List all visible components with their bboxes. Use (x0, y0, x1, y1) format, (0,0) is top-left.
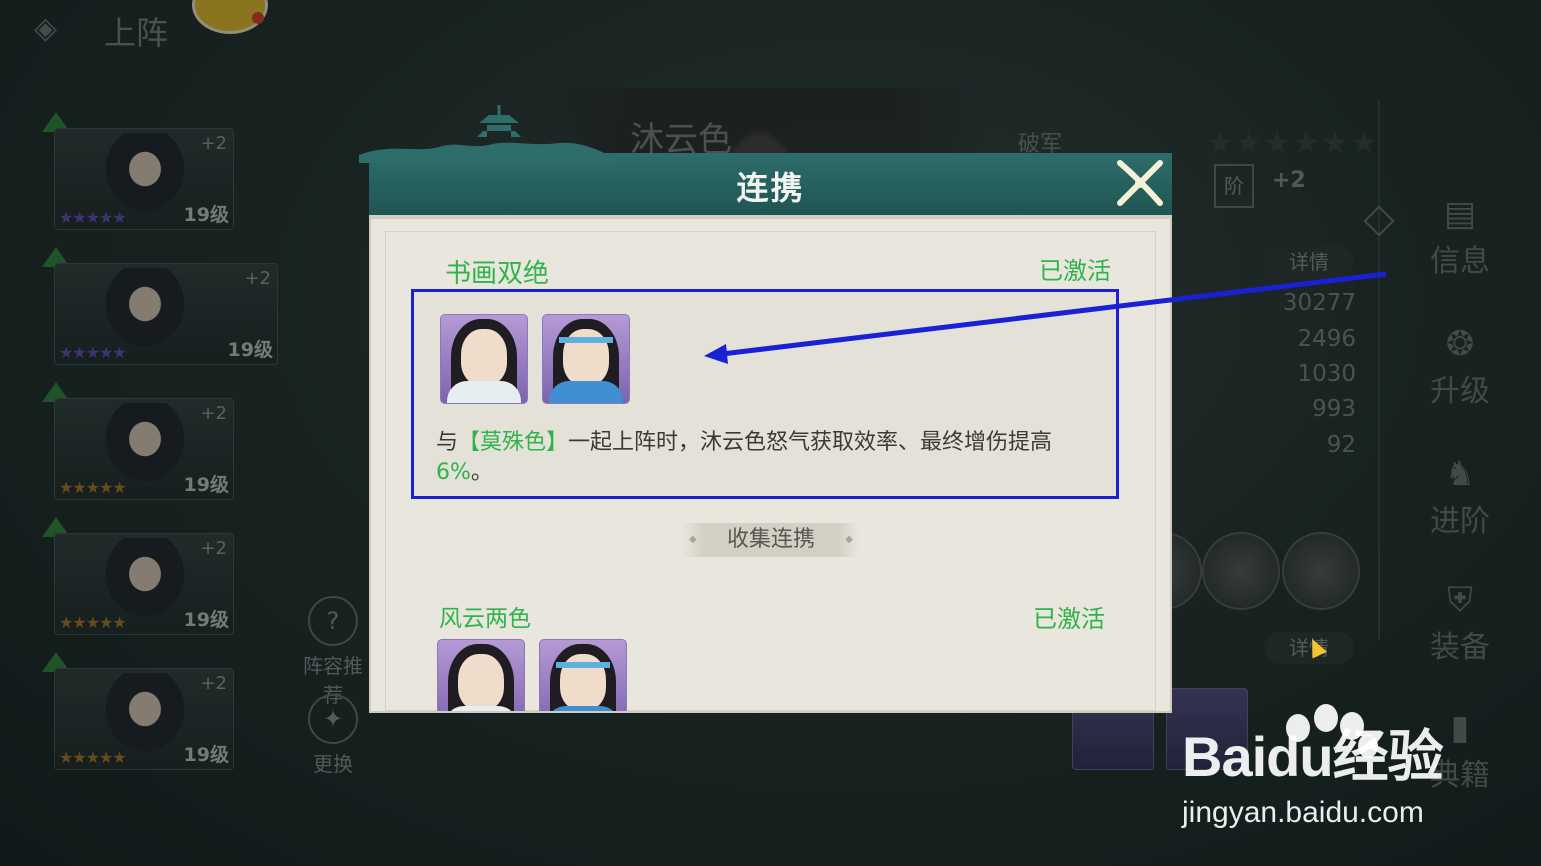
hero-avatar-moshuse[interactable] (437, 639, 525, 711)
watermark-brand: Baidu经验 (1182, 712, 1444, 793)
modal-header: 连携 (359, 105, 1172, 217)
modal-body: 书画双绝 已激活 与【莫殊色】一起上阵时，沐云色怒气获取效率、最终增伤提高 6%。… (369, 217, 1172, 713)
desc-end: 。 (470, 460, 493, 485)
watermark-brand-bai: Bai (1182, 725, 1267, 788)
pavilion-cloud-ornament-icon (359, 105, 619, 163)
desc-value: 6% (436, 460, 471, 485)
combo-status: 已激活 (1033, 605, 1105, 633)
combo-name: 书画双绝 (445, 259, 550, 289)
desc-main: 一起上阵时，沐云色怒气获取效率、最终增伤提高 (568, 430, 1053, 455)
watermark-url: jingyan.baidu.com (1182, 796, 1424, 829)
combo-modal: 连携 书画双绝 已激活 与【莫殊色】一起上阵时，沐云色怒气获取效率、最终增伤提高… (359, 105, 1172, 713)
desc-prefix: 与 (436, 430, 459, 455)
hero-avatar-moshuse[interactable] (440, 314, 528, 404)
modal-title: 连携 (736, 169, 805, 207)
hero-avatar-muyunse[interactable] (542, 314, 630, 404)
combo-card: 与【莫殊色】一起上阵时，沐云色怒气获取效率、最终增伤提高 6%。 (411, 289, 1119, 499)
watermark-du-mark: du (1266, 725, 1333, 788)
desc-highlight: 【莫殊色】 (458, 430, 569, 455)
combo-status: 已激活 (1039, 257, 1111, 285)
combo-description: 与【莫殊色】一起上阵时，沐云色怒气获取效率、最终增伤提高 6%。 (436, 428, 1106, 488)
collect-combo-button[interactable]: 收集连携 (683, 523, 859, 557)
close-icon[interactable] (1112, 155, 1168, 211)
watermark-brand-jingyan: 经验 (1332, 725, 1444, 788)
combo-name: 风云两色 (439, 606, 531, 632)
hero-avatar-muyunse[interactable] (539, 639, 627, 711)
